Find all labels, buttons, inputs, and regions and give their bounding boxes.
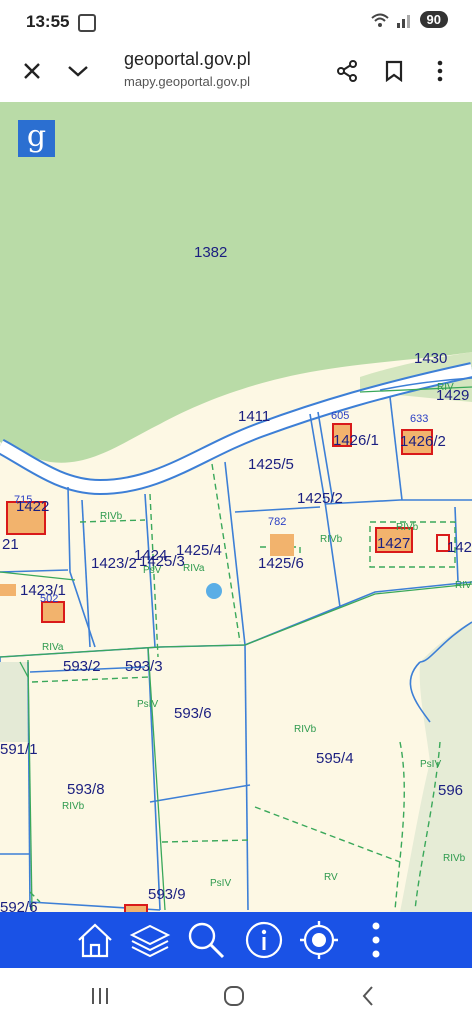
- building: [124, 904, 148, 912]
- building: [375, 527, 413, 553]
- close-icon[interactable]: [17, 56, 47, 86]
- meadow-area-east: [400, 622, 472, 912]
- page-url[interactable]: mapy.geoportal.gov.pl: [124, 74, 250, 89]
- screenshot-icon: [78, 14, 96, 32]
- building: [436, 534, 450, 552]
- forest-area: [0, 102, 472, 463]
- geoportal-logo[interactable]: g: [18, 120, 55, 157]
- location-marker: [206, 583, 222, 599]
- home-icon[interactable]: [73, 918, 117, 962]
- chevron-down-icon[interactable]: [63, 56, 93, 86]
- status-bar: 13:55 90: [0, 0, 472, 44]
- back-icon[interactable]: [348, 982, 388, 1010]
- bookmark-icon[interactable]: [379, 56, 409, 86]
- home-button-icon[interactable]: [214, 982, 254, 1010]
- map-view[interactable]: g 1382 1430 1411 1429 1426/1 1426/2 1425…: [0, 102, 472, 912]
- battery-indicator: 90: [419, 11, 448, 28]
- meadow-area-west: [0, 662, 28, 742]
- share-icon[interactable]: [332, 56, 362, 86]
- landuse-solid-lines: [0, 386, 472, 911]
- building: [332, 423, 352, 447]
- locate-icon[interactable]: [297, 918, 341, 962]
- menu-dots-icon[interactable]: [425, 56, 455, 86]
- building: [41, 601, 65, 623]
- buildings: [0, 423, 450, 912]
- map-canvas[interactable]: [0, 102, 472, 912]
- wifi-icon: [370, 13, 389, 27]
- info-icon[interactable]: [242, 918, 286, 962]
- more-icon[interactable]: [354, 918, 398, 962]
- map-toolbar: [0, 912, 472, 968]
- building: [0, 584, 16, 596]
- building: [270, 534, 294, 556]
- layers-icon[interactable]: [128, 918, 172, 962]
- status-time: 13:55: [26, 12, 70, 31]
- page-domain[interactable]: geoportal.gov.pl: [124, 49, 251, 70]
- system-navigation-bar: [0, 968, 472, 1023]
- status-right: 90: [370, 11, 448, 28]
- parcel-boundaries: [0, 396, 472, 911]
- signal-icon: [396, 14, 410, 28]
- building: [6, 501, 46, 535]
- search-icon[interactable]: [184, 918, 228, 962]
- building: [401, 429, 433, 455]
- recent-apps-icon[interactable]: [80, 982, 120, 1010]
